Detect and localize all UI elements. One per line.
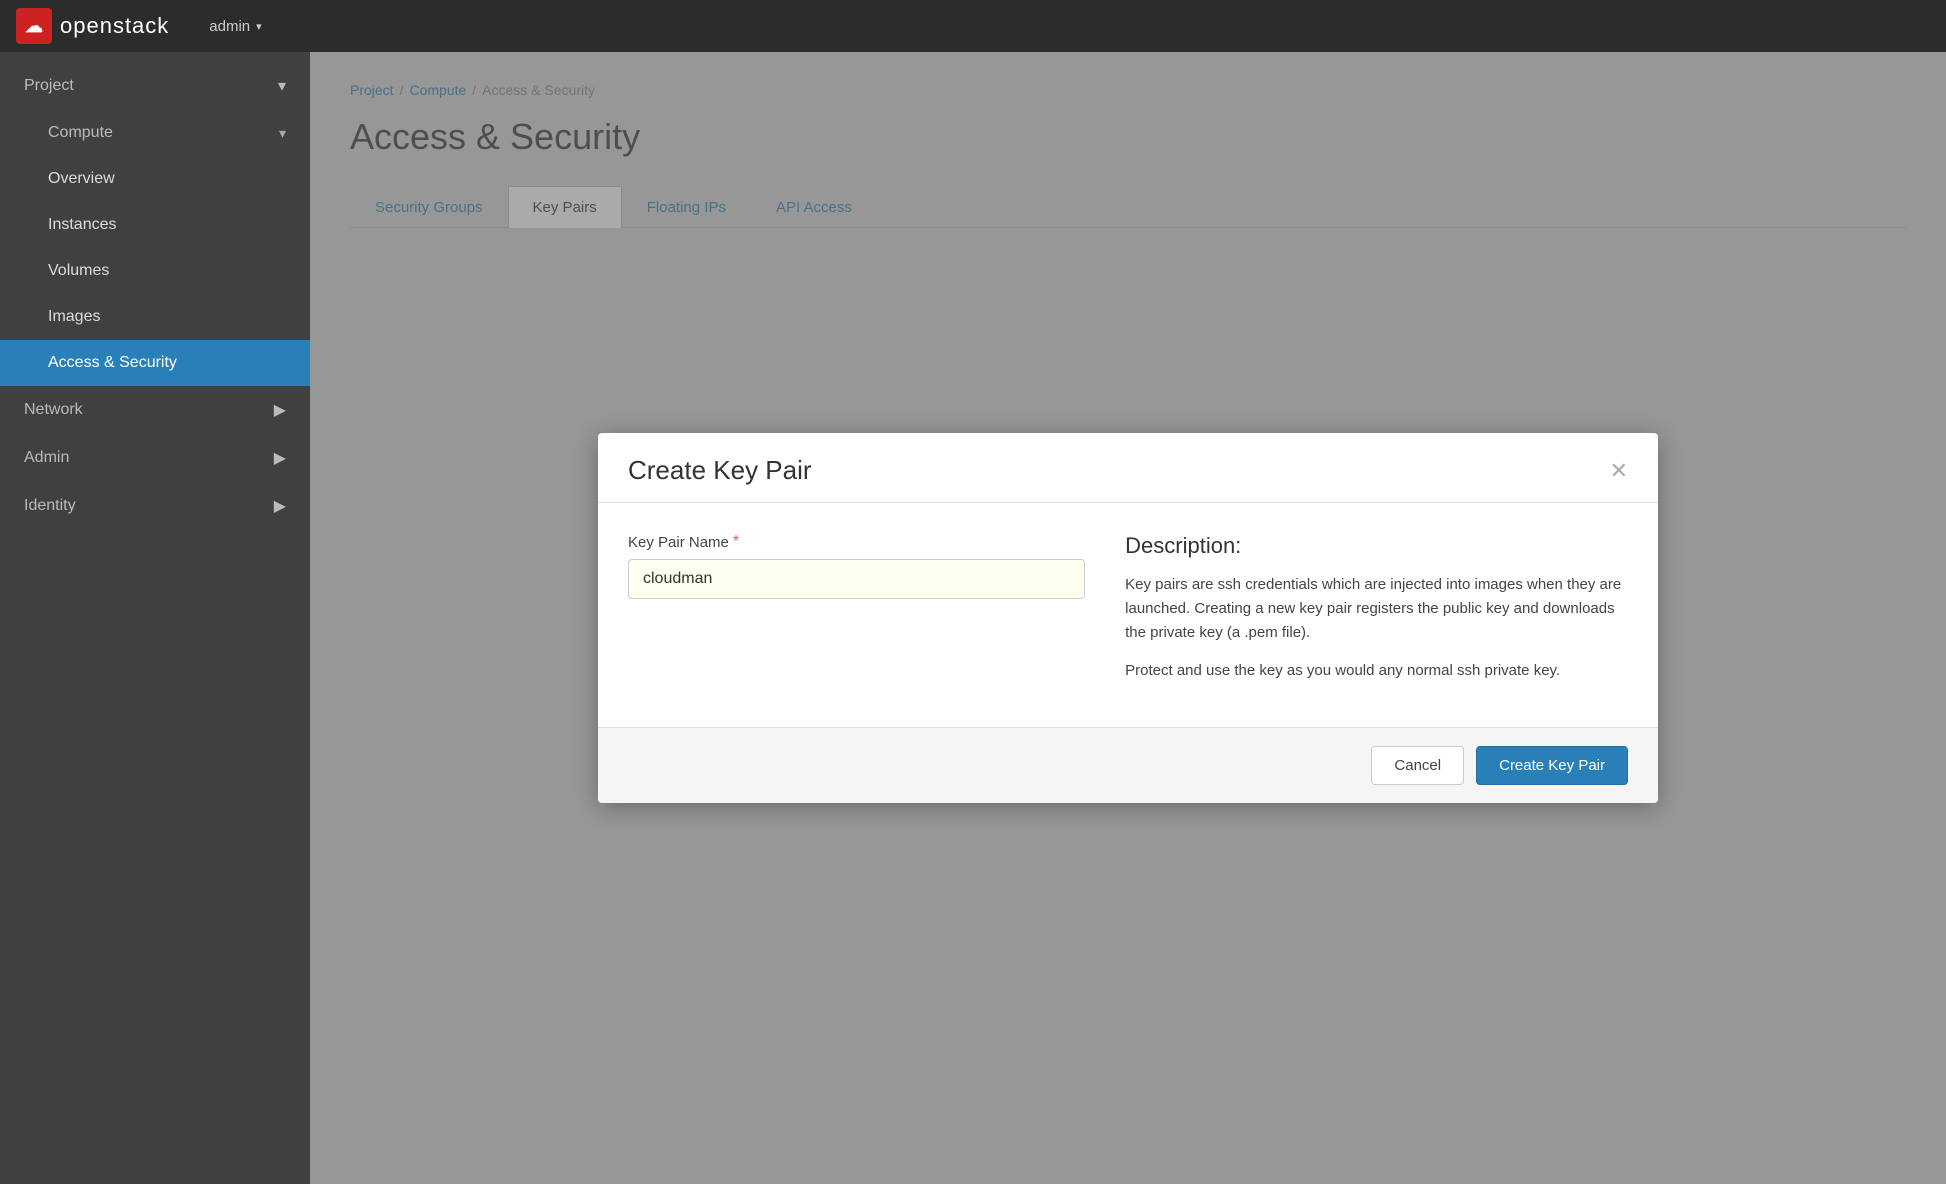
topnav: ☁ openstack admin ▾ [0, 0, 1946, 52]
sidebar-project-chevron: ▾ [278, 76, 286, 96]
modal-overlay: Create Key Pair ✕ Key Pair Name * Descri… [310, 52, 1946, 1184]
sidebar-volumes-label: Volumes [48, 262, 109, 280]
sidebar-instances-label: Instances [48, 216, 116, 234]
modal-title: Create Key Pair [628, 455, 812, 486]
modal-body: Key Pair Name * Description: Key pairs a… [598, 503, 1658, 727]
modal-description: Description: Key pairs are ssh credentia… [1125, 533, 1628, 697]
cancel-button[interactable]: Cancel [1371, 746, 1464, 785]
key-pair-name-input[interactable] [628, 559, 1085, 599]
modal-close-button[interactable]: ✕ [1610, 460, 1628, 482]
description-title: Description: [1125, 533, 1628, 559]
sidebar-compute-chevron: ▾ [279, 125, 286, 142]
description-para-1: Key pairs are ssh credentials which are … [1125, 573, 1628, 645]
key-pair-name-label: Key Pair Name * [628, 533, 1085, 551]
sidebar-item-compute[interactable]: Compute ▾ [0, 110, 310, 156]
create-key-pair-modal: Create Key Pair ✕ Key Pair Name * Descri… [598, 433, 1658, 803]
sidebar-admin-label: Admin [24, 449, 69, 467]
sidebar-item-identity[interactable]: Identity ▶ [0, 482, 310, 530]
modal-footer: Cancel Create Key Pair [598, 727, 1658, 803]
sidebar-images-label: Images [48, 308, 100, 326]
sidebar-item-images[interactable]: Images [0, 294, 310, 340]
main-content: Project / Compute / Access & Security Ac… [310, 52, 1946, 1184]
user-label: admin [209, 18, 250, 35]
sidebar-item-project[interactable]: Project ▾ [0, 62, 310, 110]
sidebar-network-chevron: ▶ [274, 400, 286, 420]
sidebar-item-volumes[interactable]: Volumes [0, 248, 310, 294]
sidebar-item-network[interactable]: Network ▶ [0, 386, 310, 434]
sidebar-compute-label: Compute [48, 124, 113, 142]
sidebar-identity-chevron: ▶ [274, 496, 286, 516]
required-indicator: * [733, 533, 739, 551]
description-para-2: Protect and use the key as you would any… [1125, 659, 1628, 683]
logo-text: openstack [60, 13, 169, 39]
sidebar-overview-label: Overview [48, 170, 115, 188]
logo: ☁ openstack [16, 8, 169, 44]
sidebar-item-access-security[interactable]: Access & Security [0, 340, 310, 386]
create-key-pair-button[interactable]: Create Key Pair [1476, 746, 1628, 785]
modal-form: Key Pair Name * [628, 533, 1085, 697]
sidebar-admin-chevron: ▶ [274, 448, 286, 468]
sidebar-network-label: Network [24, 401, 83, 419]
sidebar-item-admin[interactable]: Admin ▶ [0, 434, 310, 482]
user-dropdown-arrow: ▾ [256, 20, 262, 33]
sidebar-access-security-label: Access & Security [48, 354, 177, 372]
sidebar: Project ▾ Compute ▾ Overview Instances V… [0, 52, 310, 1184]
sidebar-item-instances[interactable]: Instances [0, 202, 310, 248]
user-menu[interactable]: admin ▾ [209, 18, 261, 35]
sidebar-identity-label: Identity [24, 497, 76, 515]
sidebar-item-overview[interactable]: Overview [0, 156, 310, 202]
layout: Project ▾ Compute ▾ Overview Instances V… [0, 52, 1946, 1184]
sidebar-project-label: Project [24, 77, 74, 95]
logo-icon: ☁ [16, 8, 52, 44]
modal-header: Create Key Pair ✕ [598, 433, 1658, 503]
